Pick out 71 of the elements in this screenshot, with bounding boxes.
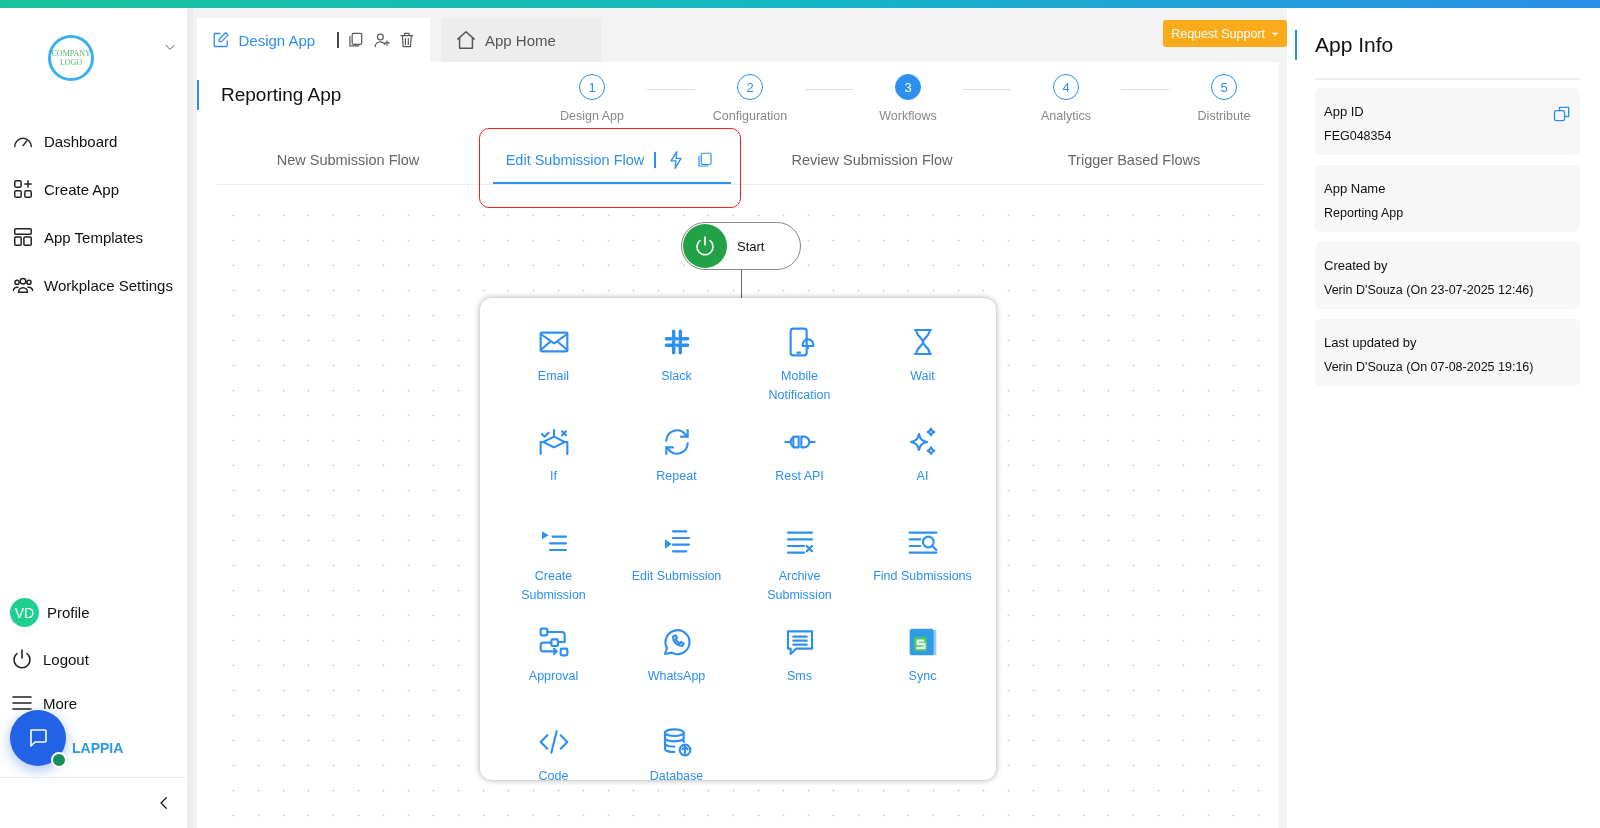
action-item[interactable]: Find Submissions — [861, 526, 984, 614]
add-user-icon[interactable] — [372, 30, 391, 50]
step-label: Analytics — [1041, 109, 1091, 123]
field-value: FEG048354 — [1324, 129, 1392, 143]
action-item[interactable]: Approval — [492, 626, 615, 714]
action-item[interactable]: Archive Submission — [738, 526, 861, 614]
flow-tab[interactable]: Review Submission Flow — [741, 136, 1003, 184]
field-label: App Name — [1324, 181, 1386, 196]
action-item[interactable]: Sync — [861, 626, 984, 714]
action-item[interactable]: WhatsApp — [615, 626, 738, 714]
add-grid-icon — [12, 178, 34, 200]
step-label: Design App — [560, 109, 624, 123]
flow-tab[interactable]: New Submission Flow — [217, 136, 479, 184]
layout-icon — [12, 226, 34, 248]
company-logo: COMPANY LOGO — [48, 35, 94, 81]
request-support-button[interactable]: Request Support — [1163, 20, 1287, 47]
start-node[interactable]: Start — [681, 222, 801, 270]
field-value: Verin D'Souza (On 07-08-2025 19:16) — [1324, 360, 1534, 374]
action-item[interactable]: Database — [615, 726, 738, 814]
top-tab[interactable]: Design App — [197, 18, 430, 62]
action-item[interactable]: Repeat — [615, 426, 738, 514]
copy-icon[interactable] — [346, 30, 365, 50]
avatar: VD — [10, 598, 39, 627]
flow-tab[interactable]: Trigger Based Flows — [1003, 136, 1265, 184]
action-item[interactable]: Wait — [861, 326, 984, 414]
action-item[interactable]: Mobile Notification — [738, 326, 861, 414]
action-item[interactable]: Email — [492, 326, 615, 414]
top-tab[interactable]: App Home — [441, 18, 601, 62]
copy-icon[interactable] — [696, 151, 715, 169]
action-item[interactable]: AI — [861, 426, 984, 514]
power-icon — [10, 647, 34, 671]
nav-item[interactable]: Create App — [12, 178, 187, 200]
branch-diamond-icon — [537, 426, 570, 458]
nav-item[interactable]: Workplace Settings — [12, 274, 187, 296]
step-number[interactable]: 4 — [1053, 74, 1079, 100]
action-item[interactable]: If — [492, 426, 615, 514]
action-item[interactable]: Slack — [615, 326, 738, 414]
nav-item[interactable]: Dashboard — [12, 130, 187, 152]
trash-icon[interactable] — [398, 30, 416, 50]
action-item[interactable]: Sms — [738, 626, 861, 714]
action-item[interactable]: Edit Submission — [615, 526, 738, 614]
action-item[interactable]: Rest API — [738, 426, 861, 514]
profile-item[interactable]: VD Profile — [10, 598, 187, 627]
chat-button[interactable] — [10, 710, 66, 766]
home-icon — [455, 29, 477, 51]
step-number[interactable]: 3 — [895, 74, 921, 100]
step-label: Configuration — [712, 109, 788, 123]
flow-tab[interactable]: Edit Submission Flow — [479, 136, 741, 184]
step-number[interactable]: 2 — [737, 74, 763, 100]
step-number[interactable]: 1 — [579, 74, 605, 100]
step-label: Distribute — [1197, 109, 1251, 123]
step-number[interactable]: 5 — [1211, 74, 1237, 100]
nav-item[interactable]: Logout — [10, 647, 187, 671]
step-label: Workflows — [879, 109, 937, 123]
online-status-dot — [51, 752, 67, 768]
power-icon — [683, 224, 727, 268]
flow-steps-icon — [537, 626, 570, 658]
nav-item[interactable]: More — [10, 691, 187, 715]
panel-title: App Info — [1295, 30, 1580, 60]
field-label: Created by — [1324, 258, 1388, 273]
app-title: Reporting App — [197, 80, 521, 110]
action-item[interactable]: Code — [492, 726, 615, 814]
nav-item[interactable]: App Templates — [12, 226, 187, 248]
copy-icon[interactable] — [1552, 104, 1572, 124]
field-value: Reporting App — [1324, 206, 1404, 220]
brand-name: LAPPIA — [72, 740, 124, 756]
action-item[interactable]: Create Submission — [492, 526, 615, 614]
field-label: App ID — [1324, 104, 1364, 119]
connector-line — [741, 270, 742, 298]
field-label: Last updated by — [1324, 335, 1417, 350]
field-value: Verin D'Souza (On 23-07-2025 12:46) — [1324, 283, 1534, 297]
